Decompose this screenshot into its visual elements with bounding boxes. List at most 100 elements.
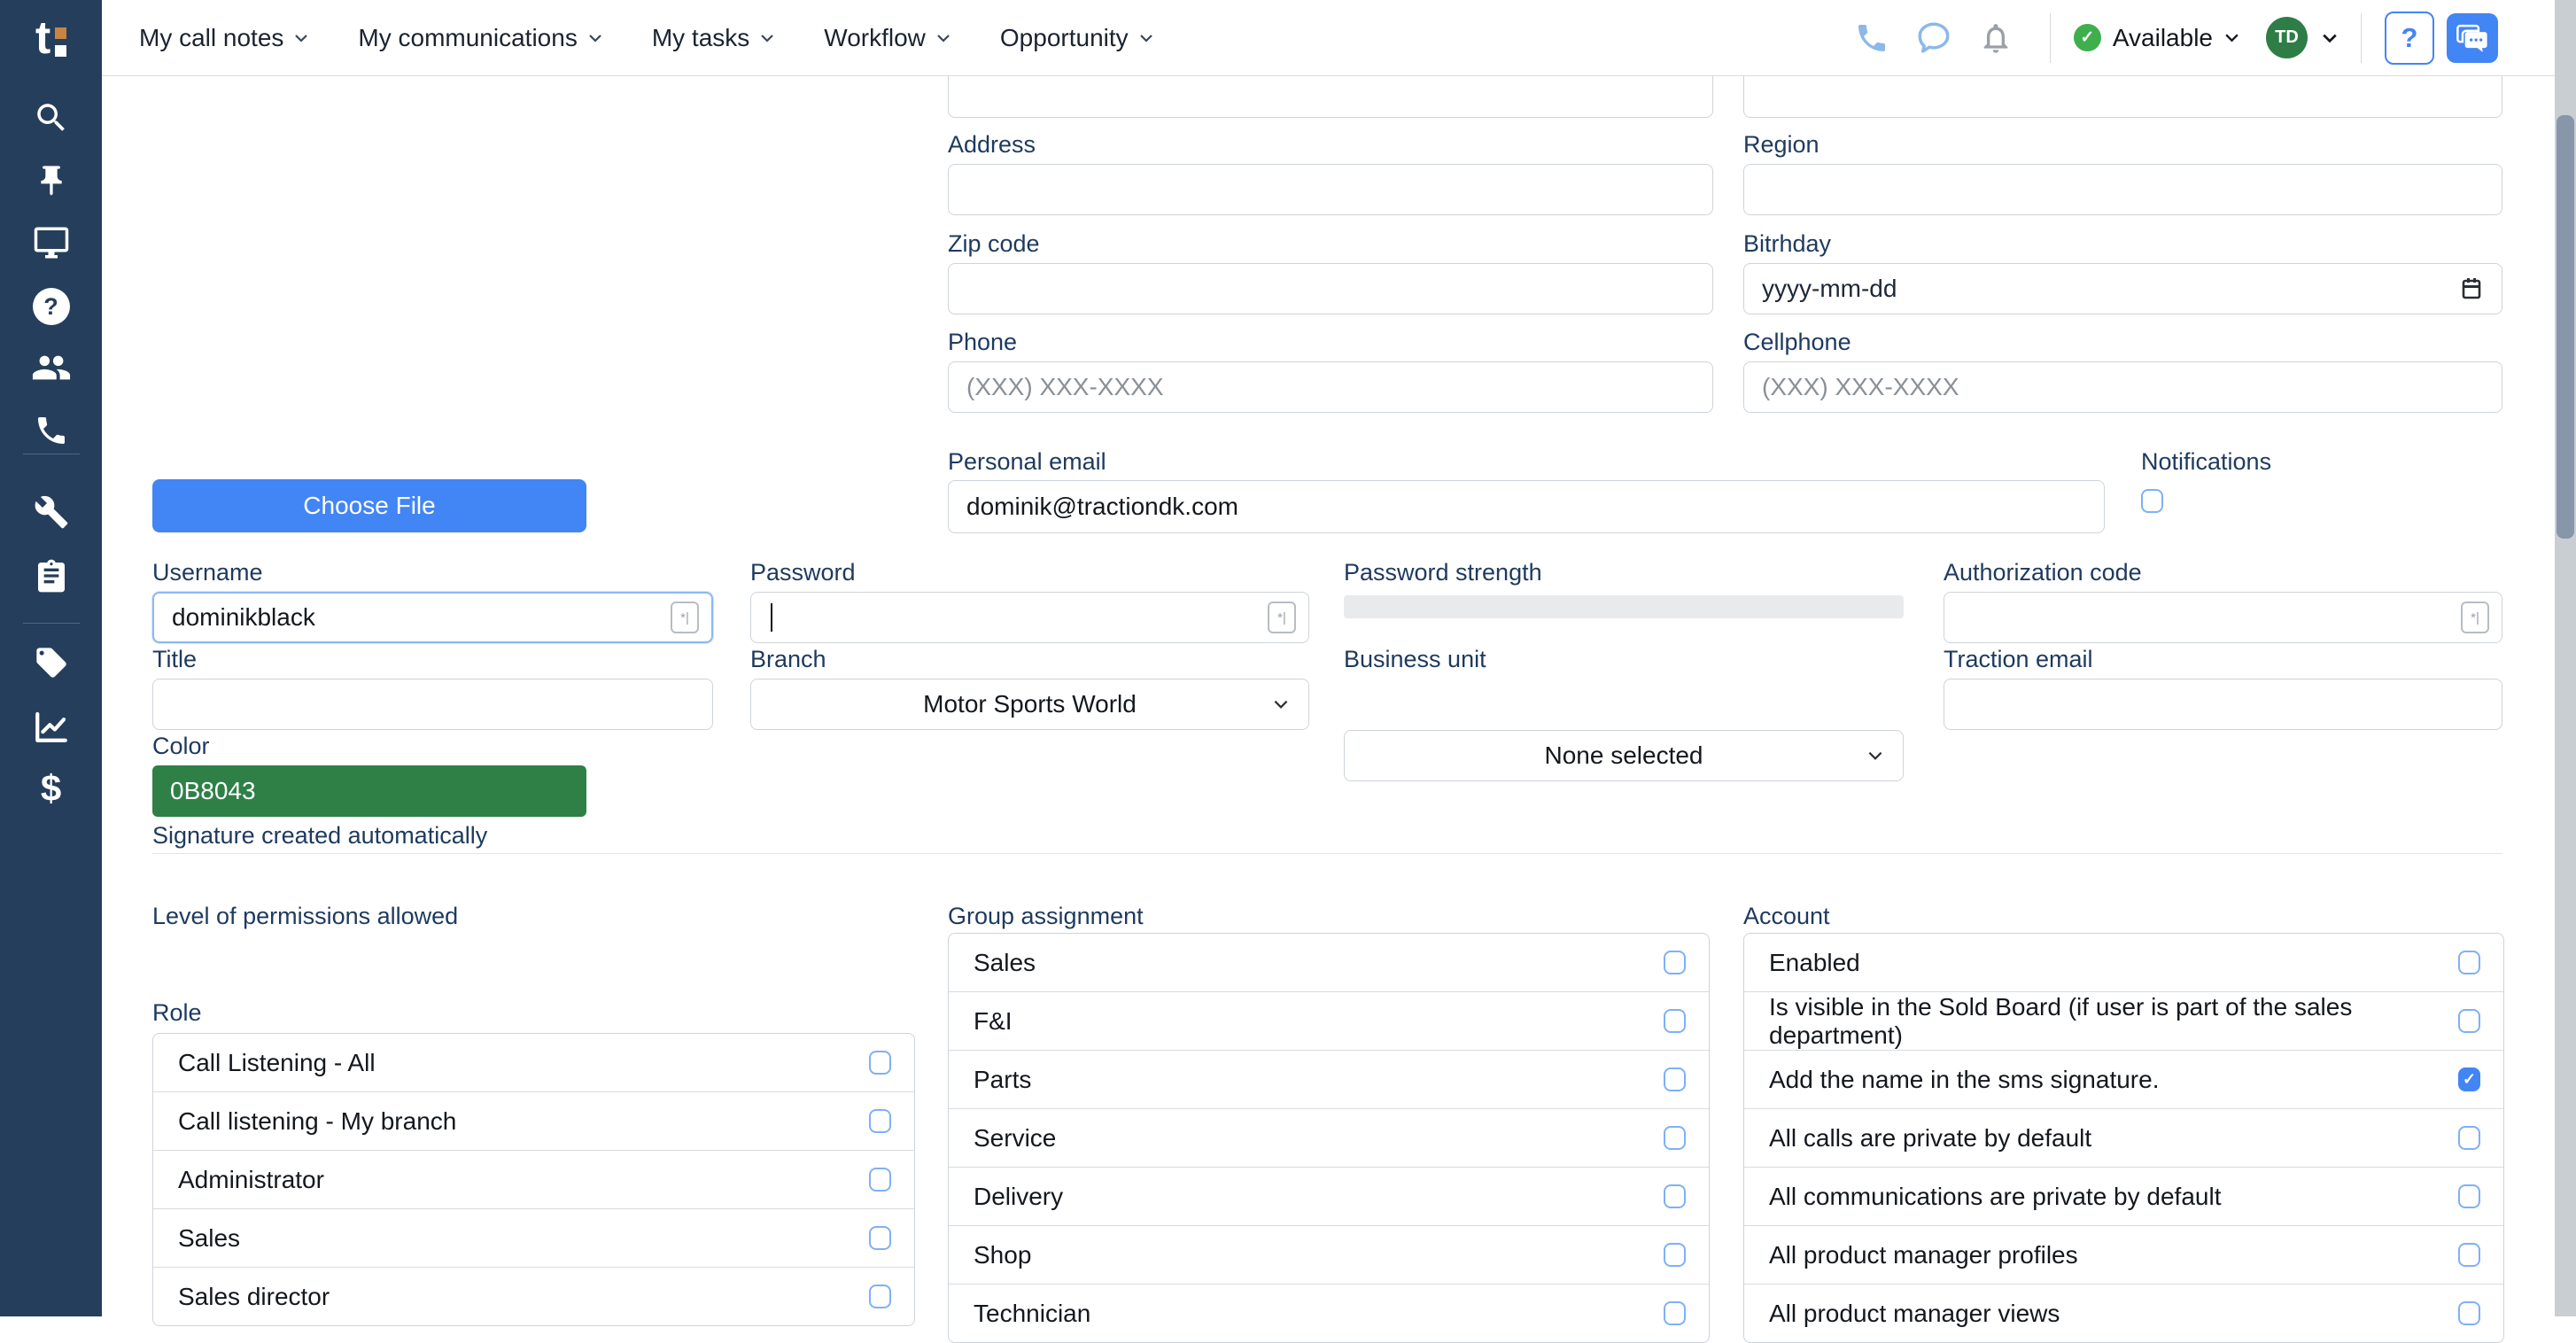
help-circle-icon[interactable]: ? <box>30 285 73 328</box>
account-checkbox[interactable]: ✓ <box>2458 1243 2480 1267</box>
messages-button[interactable] <box>2447 13 2498 63</box>
availability-selector[interactable]: ✓ Available <box>2074 24 2239 52</box>
menu-my-tasks[interactable]: My tasks <box>652 24 774 52</box>
account-checkbox[interactable]: ✓ <box>2458 1184 2480 1208</box>
messages-icon <box>2456 23 2488 53</box>
chevron-down-icon <box>588 34 602 43</box>
dollar-icon[interactable]: $ <box>30 767 73 810</box>
password-manager-icon[interactable]: *| <box>2461 602 2489 633</box>
monitor-icon[interactable] <box>30 221 73 264</box>
header-divider <box>2050 13 2051 63</box>
role-checkbox[interactable]: ✓ <box>869 1226 891 1250</box>
account-checkbox[interactable]: ✓ <box>2458 1301 2480 1325</box>
group-checkbox[interactable]: ✓ <box>1664 951 1686 974</box>
menu-workflow[interactable]: Workflow <box>824 24 950 52</box>
role-checkbox[interactable]: ✓ <box>869 1168 891 1192</box>
group-checkbox[interactable]: ✓ <box>1664 1301 1686 1325</box>
pin-icon[interactable] <box>30 159 73 202</box>
zip-input[interactable] <box>948 263 1713 314</box>
group-checkbox[interactable]: ✓ <box>1664 1067 1686 1091</box>
account-checkbox[interactable]: ✓ <box>2458 1009 2480 1033</box>
password-strength-label: Password strength <box>1344 559 1542 586</box>
avatar[interactable]: TD <box>2266 17 2308 58</box>
birthday-input[interactable]: yyyy-mm-dd <box>1743 263 2502 314</box>
list-item: F&I✓ <box>949 991 1709 1050</box>
role-checkbox[interactable]: ✓ <box>869 1051 891 1075</box>
password-manager-icon[interactable]: *| <box>671 602 699 633</box>
chart-line-icon[interactable] <box>30 705 73 748</box>
account-checkbox[interactable]: ✓ <box>2458 1067 2480 1091</box>
search-icon[interactable] <box>30 97 73 139</box>
chevron-down-icon <box>2322 33 2338 43</box>
choose-file-button[interactable]: Choose File <box>152 479 586 532</box>
chevron-down-icon <box>936 34 950 43</box>
help-button[interactable]: ? <box>2385 12 2434 65</box>
zip-label: Zip code <box>948 230 1040 258</box>
account-checkbox[interactable]: ✓ <box>2458 951 2480 974</box>
password-strength-bar <box>1344 595 1904 618</box>
notifications-checkbox[interactable]: ✓ <box>2141 489 2163 513</box>
role-list: Call Listening - All✓ Call listening - M… <box>152 1033 915 1326</box>
group-checkbox[interactable]: ✓ <box>1664 1126 1686 1150</box>
chevron-down-icon <box>1867 751 1883 761</box>
bell-icon[interactable] <box>1975 18 2016 58</box>
username-input[interactable]: dominikblack *| <box>152 592 713 643</box>
list-item: All communications are private by defaul… <box>1744 1167 2503 1225</box>
group-checkbox[interactable]: ✓ <box>1664 1184 1686 1208</box>
clipboard-icon[interactable] <box>30 555 73 597</box>
phone-label: Phone <box>948 329 1017 356</box>
users-icon[interactable] <box>30 346 73 389</box>
phone-icon[interactable] <box>30 409 73 452</box>
authorization-code-input[interactable]: *| <box>1944 592 2502 643</box>
chevron-down-icon <box>760 34 774 43</box>
cellphone-label: Cellphone <box>1743 329 1851 356</box>
role-checkbox[interactable]: ✓ <box>869 1109 891 1133</box>
list-item: Shop✓ <box>949 1225 1709 1284</box>
color-label: Color <box>152 733 210 760</box>
call-icon[interactable] <box>1851 18 1892 58</box>
list-item: Sales✓ <box>153 1208 914 1267</box>
business-unit-select[interactable]: None selected <box>1344 730 1904 781</box>
address-input[interactable] <box>948 164 1713 215</box>
app-logo[interactable]: t <box>0 0 102 75</box>
group-checkbox[interactable]: ✓ <box>1664 1243 1686 1267</box>
account-list: Enabled✓ Is visible in the Sold Board (i… <box>1743 933 2504 1343</box>
password-input[interactable]: *| <box>750 592 1309 643</box>
color-swatch[interactable]: 0B8043 <box>152 765 586 817</box>
chevron-down-icon <box>1273 700 1289 710</box>
role-checkbox[interactable]: ✓ <box>869 1285 891 1308</box>
chat-bubble-icon[interactable] <box>1913 18 1954 58</box>
top-header: My call notes My communications My tasks… <box>102 0 2555 76</box>
wrench-icon[interactable] <box>30 491 73 533</box>
tag-icon[interactable] <box>30 641 73 684</box>
phone-input[interactable] <box>948 361 1713 413</box>
list-item: Technician✓ <box>949 1284 1709 1342</box>
list-item: All product manager views✓ <box>1744 1284 2503 1342</box>
calendar-icon[interactable] <box>2461 277 2482 300</box>
list-item: Is visible in the Sold Board (if user is… <box>1744 991 2503 1050</box>
password-manager-icon[interactable]: *| <box>1268 602 1296 633</box>
list-item: Sales director✓ <box>153 1267 914 1325</box>
menu-opportunity[interactable]: Opportunity <box>1000 24 1153 52</box>
status-available-icon: ✓ <box>2074 24 2101 51</box>
branch-select[interactable]: Motor Sports World <box>750 679 1309 730</box>
vertical-scrollbar[interactable] <box>2555 0 2576 1316</box>
list-item: Parts✓ <box>949 1050 1709 1108</box>
traction-email-label: Traction email <box>1944 646 2093 673</box>
personal-email-input[interactable] <box>948 480 2105 533</box>
menu-my-communications[interactable]: My communications <box>358 24 601 52</box>
title-input[interactable] <box>152 679 713 730</box>
traction-email-input[interactable] <box>1944 679 2502 730</box>
account-label: Account <box>1743 903 1830 930</box>
header-actions: ✓ Available TD ? <box>1841 12 2498 65</box>
region-input[interactable] <box>1743 164 2502 215</box>
group-checkbox[interactable]: ✓ <box>1664 1009 1686 1033</box>
section-divider <box>152 853 2502 854</box>
branch-label: Branch <box>750 646 826 673</box>
list-item: Call listening - My branch✓ <box>153 1091 914 1150</box>
menu-my-call-notes[interactable]: My call notes <box>139 24 308 52</box>
signature-note: Signature created automatically <box>152 822 487 850</box>
cellphone-input[interactable] <box>1743 361 2502 413</box>
account-checkbox[interactable]: ✓ <box>2458 1126 2480 1150</box>
scrollbar-thumb[interactable] <box>2557 115 2574 539</box>
